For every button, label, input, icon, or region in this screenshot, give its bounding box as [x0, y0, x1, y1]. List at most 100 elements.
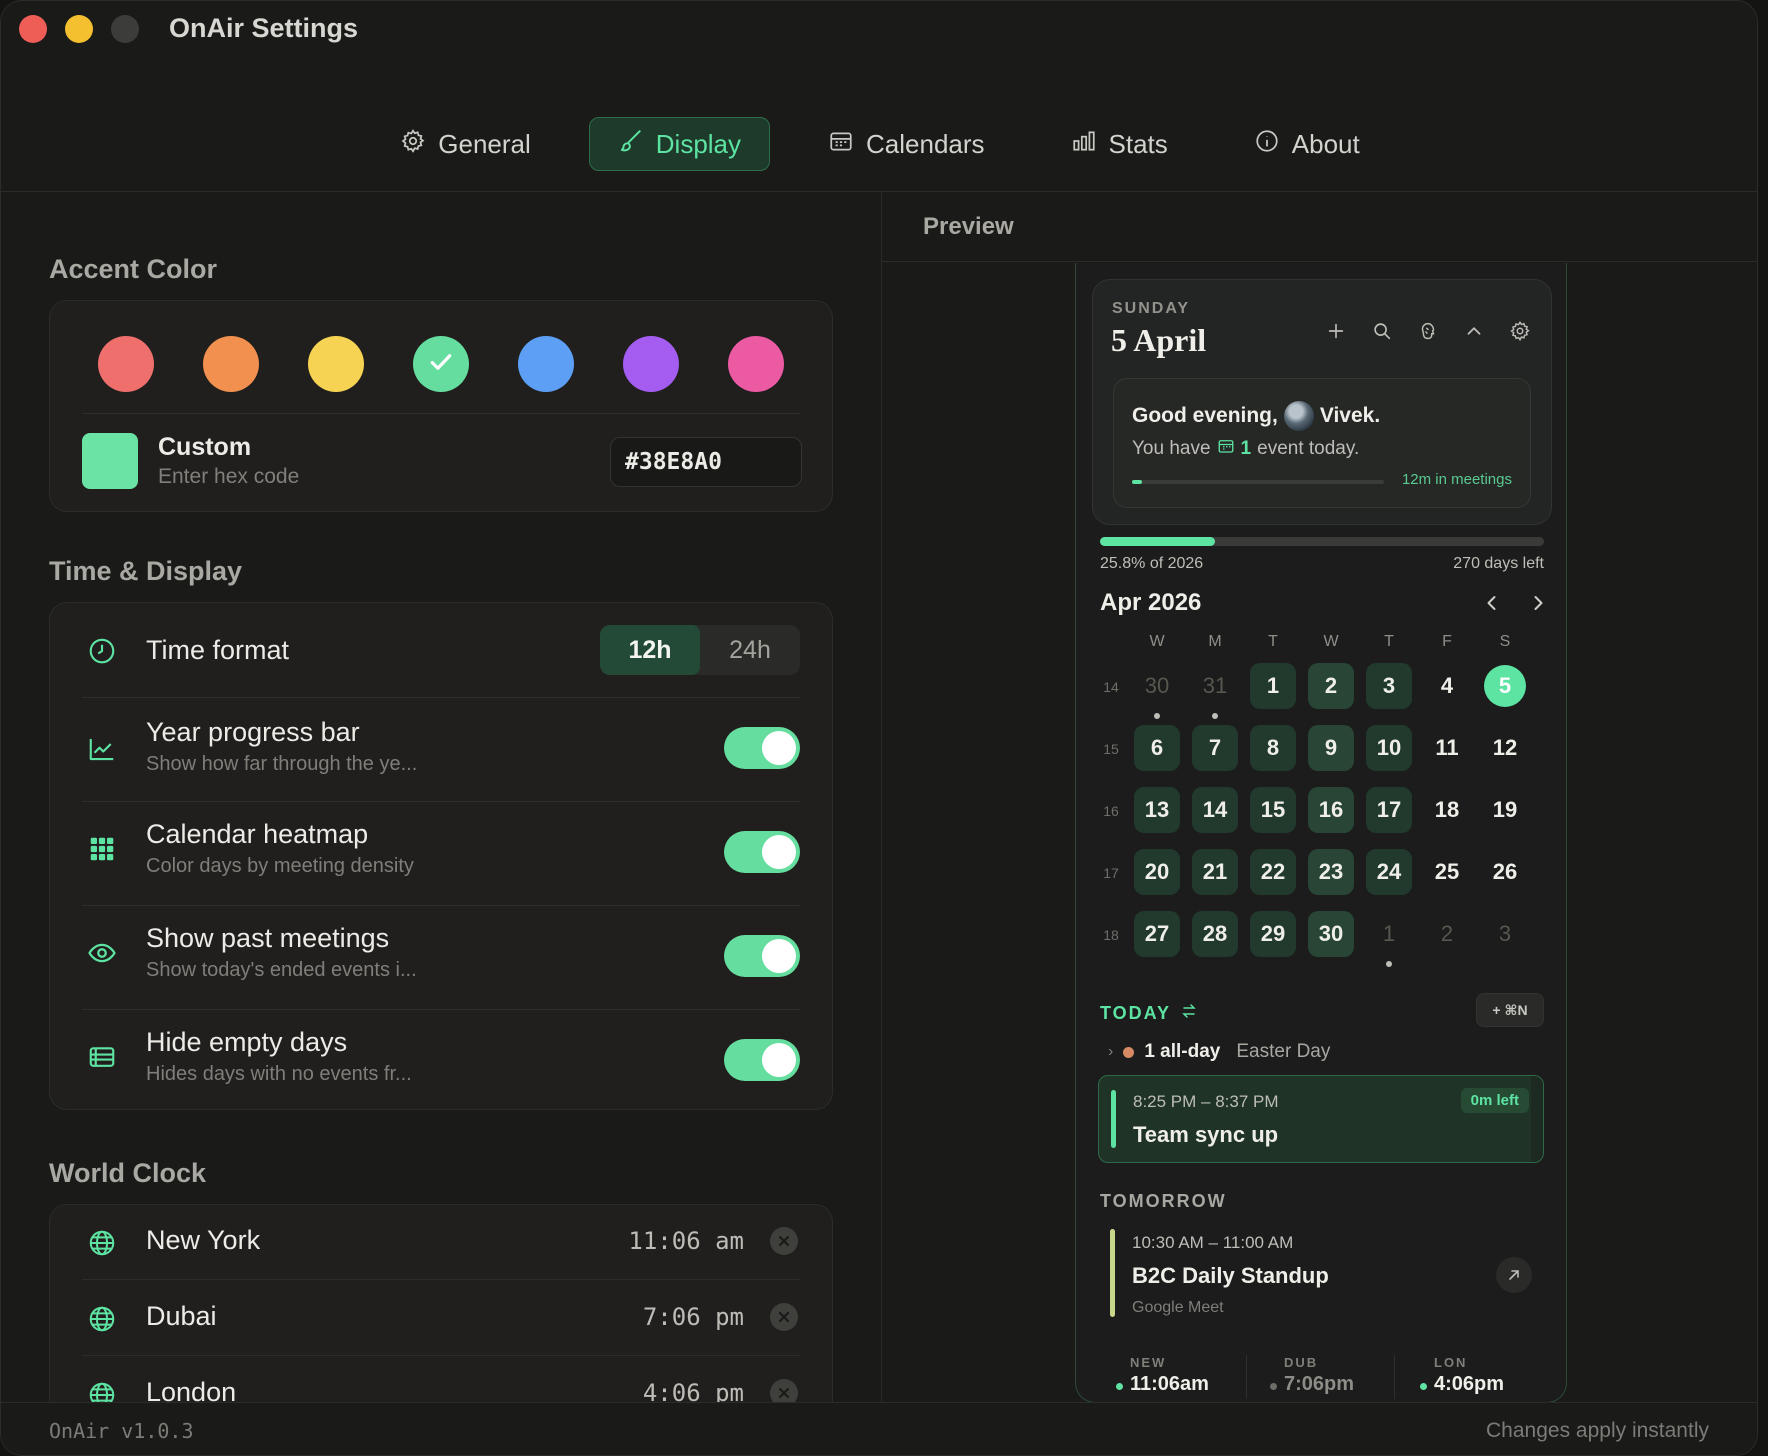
event-color-bar	[1111, 1090, 1116, 1148]
option-12h[interactable]: 12h	[600, 625, 700, 675]
event-color-dot	[1123, 1046, 1135, 1058]
calendar-day[interactable]: 22	[1250, 849, 1296, 895]
calendar-day[interactable]: 14	[1192, 787, 1238, 833]
world-clock-city: Dubai	[146, 1301, 217, 1331]
settings-pane: Accent Color Custom Enter hex code #38E8…	[1, 192, 881, 1402]
calendar-day[interactable]: 24	[1366, 849, 1412, 895]
calendar-day[interactable]: 28	[1192, 911, 1238, 957]
add-event-button[interactable]: + ⌘N	[1476, 993, 1544, 1027]
calendar-day[interactable]: 15	[1250, 787, 1296, 833]
calendar-day[interactable]: 6	[1134, 725, 1180, 771]
option-24h[interactable]: 24h	[700, 625, 800, 675]
calendar-day[interactable]: 29	[1250, 911, 1296, 957]
row-divider	[82, 1355, 800, 1356]
calendar-day[interactable]: 26	[1482, 849, 1528, 895]
calendar-day[interactable]: 27	[1134, 911, 1180, 957]
globe-icon	[82, 1223, 122, 1263]
plus-icon[interactable]	[1325, 320, 1347, 342]
calendar-day[interactable]: 21	[1192, 849, 1238, 895]
world-clock-item: New York 11:06 am	[82, 1205, 800, 1281]
prev-month-button[interactable]	[1482, 593, 1502, 613]
calendar-day[interactable]: 12	[1482, 725, 1528, 771]
past-meetings-row: Show past meetings Show today's ended ev…	[82, 905, 800, 1009]
brush-icon	[618, 128, 644, 161]
calendar-day-today[interactable]: 5	[1484, 665, 1526, 707]
gear-icon[interactable]	[1509, 320, 1531, 342]
remove-clock-button[interactable]	[770, 1303, 798, 1331]
swatch-orange[interactable]	[203, 336, 259, 392]
tab-stats[interactable]: Stats	[1043, 117, 1196, 171]
tab-about[interactable]: About	[1226, 117, 1388, 171]
calendar-day[interactable]: 25	[1424, 849, 1470, 895]
calendar-day[interactable]: 19	[1482, 787, 1528, 833]
calendar-day[interactable]: 17	[1366, 787, 1412, 833]
calendar-day[interactable]: 16	[1308, 787, 1354, 833]
calendar-day[interactable]: 7	[1192, 725, 1238, 771]
preview-widget: SUNDAY 5 April Good evening, Vivek. You …	[1075, 263, 1567, 1403]
current-event-card[interactable]: 8:25 PM – 8:37 PM Team sync up 0m left	[1098, 1075, 1544, 1163]
calendar-day[interactable]: 23	[1308, 849, 1354, 895]
calendar-day[interactable]: 30	[1134, 663, 1180, 709]
days-left-label: 270 days left	[1453, 555, 1544, 572]
calendar-day[interactable]: 1	[1250, 663, 1296, 709]
swatch-blue[interactable]	[518, 336, 574, 392]
calendar-day[interactable]: 3	[1482, 911, 1528, 957]
past-meetings-toggle[interactable]	[724, 935, 800, 977]
hide-empty-row: Hide empty days Hides days with no event…	[82, 1009, 800, 1113]
calendar-day[interactable]: 4	[1424, 663, 1470, 709]
hide-empty-toggle[interactable]	[724, 1039, 800, 1081]
hex-code-input[interactable]	[610, 437, 802, 487]
swatch-yellow[interactable]	[308, 336, 364, 392]
time-format-segmented: 12h 24h	[600, 625, 800, 675]
calendar-day[interactable]: 8	[1250, 725, 1296, 771]
calendar-day[interactable]: 10	[1366, 725, 1412, 771]
clock-icon	[82, 631, 122, 671]
swatch-purple[interactable]	[623, 336, 679, 392]
calendar-day[interactable]: 11	[1424, 725, 1470, 771]
swap-icon[interactable]	[1181, 1003, 1197, 1024]
calendar-day[interactable]: 2	[1424, 911, 1470, 957]
close-window-button[interactable]	[19, 15, 47, 43]
all-day-row[interactable]: › 1 all-day Easter Day	[1108, 1041, 1330, 1063]
event-title: Team sync up	[1133, 1122, 1279, 1147]
calendar-day[interactable]: 13	[1134, 787, 1180, 833]
swatch-pink[interactable]	[728, 336, 784, 392]
minimize-window-button[interactable]	[65, 15, 93, 43]
zoom-window-button[interactable]	[111, 15, 139, 43]
clock-time: 4:06pm	[1434, 1373, 1505, 1395]
chevron-up-icon[interactable]	[1463, 320, 1485, 342]
tab-display[interactable]: Display	[588, 117, 771, 171]
tab-general[interactable]: General	[372, 117, 559, 171]
calendar-day[interactable]: 2	[1308, 663, 1354, 709]
calendar-day[interactable]: 31	[1192, 663, 1238, 709]
remove-clock-button[interactable]	[770, 1379, 798, 1402]
weekday-header: T	[1384, 633, 1394, 650]
calendar-day[interactable]: 30	[1308, 911, 1354, 957]
remove-clock-button[interactable]	[770, 1227, 798, 1255]
calendar-day[interactable]: 20	[1134, 849, 1180, 895]
eye-icon	[82, 933, 122, 973]
custom-color-preview[interactable]	[82, 433, 138, 489]
row-divider	[82, 1279, 800, 1280]
trend-chart-icon	[82, 729, 122, 769]
next-month-button[interactable]	[1528, 593, 1548, 613]
brain-icon[interactable]	[1417, 320, 1439, 342]
clock-code: NEW	[1130, 1355, 1167, 1370]
gear-icon	[400, 128, 426, 161]
calendar-day[interactable]: 3	[1366, 663, 1412, 709]
heatmap-toggle[interactable]	[724, 831, 800, 873]
swatch-red[interactable]	[98, 336, 154, 392]
day-of-week: SUNDAY	[1112, 300, 1191, 317]
tab-calendars[interactable]: Calendars	[800, 117, 1013, 171]
calendar-day[interactable]: 18	[1424, 787, 1470, 833]
next-event-card[interactable]: 10:30 AM – 11:00 AM B2C Daily Standup Go…	[1098, 1223, 1544, 1323]
clock-divider	[1246, 1355, 1247, 1399]
meetings-progress-fill	[1132, 480, 1143, 484]
search-icon[interactable]	[1371, 320, 1393, 342]
calendar-day[interactable]: 9	[1308, 725, 1354, 771]
preview-divider	[882, 261, 1757, 262]
open-link-button[interactable]	[1496, 1257, 1532, 1293]
year-progress-toggle[interactable]	[724, 727, 800, 769]
swatch-green[interactable]	[413, 336, 469, 392]
calendar-day[interactable]: 1	[1366, 911, 1412, 957]
